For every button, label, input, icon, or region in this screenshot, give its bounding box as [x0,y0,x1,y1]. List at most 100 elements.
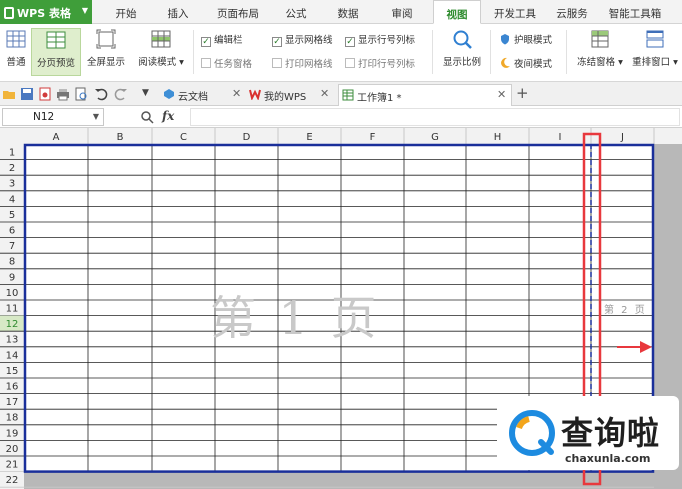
open-folder-icon[interactable] [2,87,16,101]
column-header-J[interactable]: J [620,132,624,143]
rearrange-windows-icon [646,30,664,48]
column-header-E[interactable]: E [306,132,312,143]
show-row-col-headers-checkbox[interactable]: ✓ 显示行号列标 [345,32,415,47]
redo-icon[interactable] [114,87,128,101]
rearrange-windows-button[interactable]: 重排窗口 ▾ [630,28,680,76]
column-header-I[interactable]: I [559,132,562,143]
zoom-button[interactable]: 显示比例 [438,28,486,76]
column-header-F[interactable]: F [370,132,376,143]
row-header-8[interactable]: 8 [9,257,15,268]
checkmark-icon: ✓ [345,37,355,47]
row-header-21[interactable]: 21 [6,460,19,471]
ribbon-divider [432,30,433,74]
normal-view-label: 普通 [6,57,26,68]
checkbox-empty-icon [201,58,211,68]
doc-tab-workbook[interactable]: 工作簿1 * ✕ [338,84,512,106]
column-header-C[interactable]: C [180,132,187,143]
tab-review[interactable]: 审阅 [384,0,420,24]
column-header-G[interactable]: G [431,132,439,143]
close-icon[interactable]: ✕ [232,87,241,100]
row-header-7[interactable]: 7 [9,241,15,252]
tab-smart-toolbox[interactable]: 智能工具箱 [604,0,666,24]
row-header-6[interactable]: 6 [9,226,15,237]
doc-tab-cloud-docs[interactable]: 云文档 ✕ [160,84,246,106]
tab-data[interactable]: 数据 [330,0,366,24]
search-function-icon[interactable] [140,110,154,124]
tab-formulas[interactable]: 公式 [278,0,314,24]
row-header-3[interactable]: 3 [9,179,15,190]
tab-view[interactable]: 视图 [433,0,481,24]
column-header-D[interactable]: D [243,132,251,143]
edit-bar-label: 编辑栏 [214,35,243,46]
doc-tab-label: 工作簿1 * [357,93,402,104]
save-icon[interactable] [20,87,34,101]
page-1-watermark: 第 1 页 [210,291,381,345]
show-gridlines-checkbox[interactable]: ✓ 显示网格线 [272,32,333,47]
doc-tab-my-wps[interactable]: 我的WPS ✕ [246,84,334,106]
ribbon-divider [193,30,194,74]
row-header-17[interactable]: 17 [6,397,19,408]
row-header-4[interactable]: 4 [9,194,15,205]
new-tab-plus-icon[interactable]: + [516,84,529,102]
row-header-18[interactable]: 18 [6,413,19,424]
full-screen-button[interactable]: 全屏显示 [83,28,129,76]
row-header-14[interactable]: 14 [6,350,19,361]
task-pane-checkbox[interactable]: 任务窗格 [201,56,252,70]
print-gridlines-checkbox[interactable]: 打印网格线 [272,56,333,70]
checkbox-empty-icon [272,58,282,68]
row-header-16[interactable]: 16 [6,382,19,393]
customize-toolbar-chevron-icon[interactable]: ▼ [142,88,149,98]
row-header-15[interactable]: 15 [6,366,19,377]
row-header-1[interactable]: 1 [9,148,15,159]
ribbon-divider [566,30,567,74]
column-header-A[interactable]: A [53,132,60,143]
reading-mode-icon [151,30,171,48]
tab-home[interactable]: 开始 [104,0,148,24]
export-pdf-icon[interactable] [38,87,52,101]
column-header-H[interactable]: H [494,132,502,143]
close-icon[interactable]: ✕ [497,88,506,101]
print-row-col-headers-checkbox[interactable]: 打印行号列标 [345,56,415,70]
quick-access-toolbar: ▼ 云文档 ✕ 我的WPS ✕ 工作簿1 * ✕ + [0,82,682,106]
tab-page-layout[interactable]: 页面布局 [208,0,268,24]
eye-protection-icon [501,34,509,45]
normal-view-icon [6,30,26,48]
checkbox-empty-icon [345,58,355,68]
wps-spreadsheet-window: WPS 表格 ▼ 开始 插入 页面布局 公式 数据 审阅 视图 开发工具 云服务… [0,0,682,489]
column-header-B[interactable]: B [117,132,124,143]
print-icon[interactable] [56,87,70,101]
insert-function-button[interactable]: fx [162,109,174,123]
app-logo-label: WPS 表格 [17,7,71,20]
row-header-10[interactable]: 10 [6,288,19,299]
row-header-19[interactable]: 19 [6,428,19,439]
tab-insert[interactable]: 插入 [156,0,200,24]
name-box[interactable]: N12 ▼ [2,108,104,126]
tab-developer[interactable]: 开发工具 [490,0,540,24]
night-mode-button[interactable]: 夜间模式 [499,56,552,70]
row-header-20[interactable]: 20 [6,444,19,455]
freeze-panes-button[interactable]: 冻结窗格 ▾ [572,28,628,76]
eye-protection-button[interactable]: 护眼模式 [499,32,552,46]
row-header-2[interactable]: 2 [9,163,15,174]
edit-bar-checkbox[interactable]: ✓ 编辑栏 [201,32,243,47]
reading-mode-button[interactable]: 阅读模式 ▾ [133,28,189,76]
arrow-right-icon [617,341,652,353]
chaxunla-logo-icon [509,410,555,456]
row-header-13[interactable]: 13 [6,335,19,346]
print-preview-icon[interactable] [74,87,88,101]
formula-input[interactable] [190,108,680,126]
tab-cloud-service[interactable]: 云服务 [550,0,594,24]
row-header-12[interactable]: 12 [6,319,19,330]
app-logo-menu[interactable]: WPS 表格 ▼ [0,0,92,24]
close-icon[interactable]: ✕ [320,87,329,100]
undo-icon[interactable] [94,87,108,101]
page-break-preview-button[interactable]: 分页预览 [31,28,81,76]
formula-bar: N12 ▼ fx [0,106,682,128]
doc-tab-label: 云文档 [178,92,208,103]
row-header-5[interactable]: 5 [9,210,15,221]
row-header-11[interactable]: 11 [6,304,19,315]
row-header-9[interactable]: 9 [9,272,15,283]
chevron-down-icon: ▾ [176,57,184,68]
row-header-22[interactable]: 22 [6,475,19,486]
normal-view-button[interactable]: 普通 [2,28,30,76]
